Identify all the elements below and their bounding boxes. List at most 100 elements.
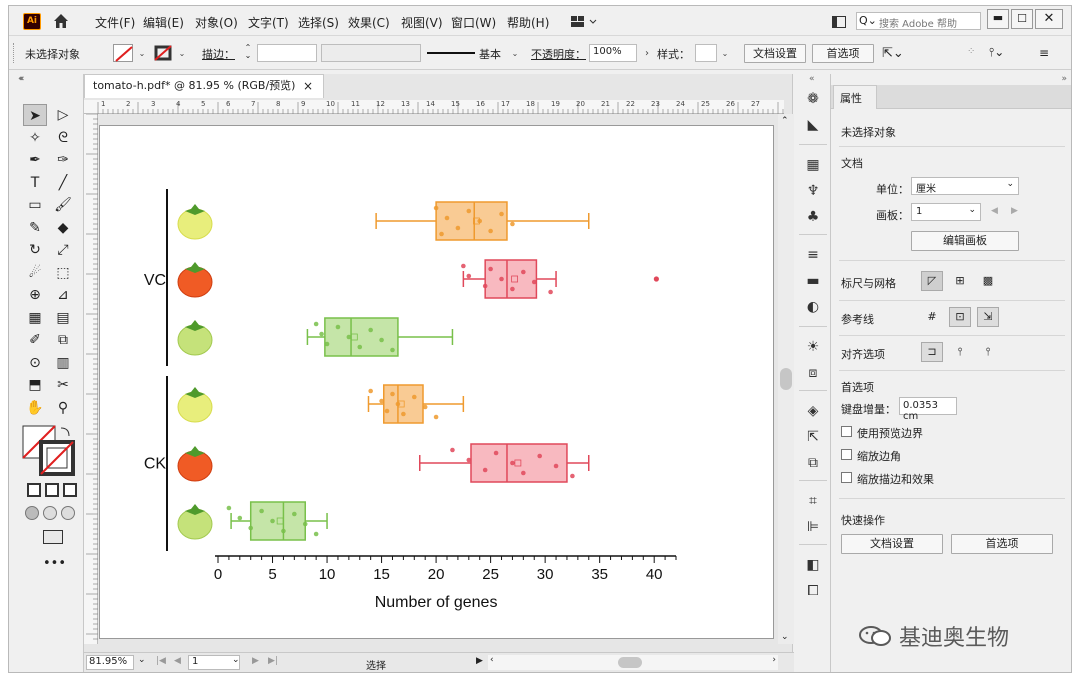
status-menu-icon[interactable]: ▶ — [476, 656, 483, 666]
prev-artboard-icon[interactable]: ◀ — [174, 656, 181, 666]
rectangle-tool-icon[interactable]: ▭ — [23, 194, 47, 216]
zoom-dropdown-icon[interactable]: ⌄ — [138, 655, 146, 665]
quick-document-setup-button[interactable]: 文档设置 — [841, 534, 943, 554]
artboard-dropdown-icon[interactable]: ⌄ — [232, 655, 240, 665]
menu-item[interactable]: 对象(O) — [195, 14, 238, 31]
menu-item[interactable]: 帮助(H) — [507, 14, 549, 31]
free-transform-tool-icon[interactable]: ⬚ — [51, 262, 75, 284]
artboard-tool-icon[interactable]: ⬒ — [23, 374, 47, 396]
stroke-style-preview[interactable] — [427, 52, 475, 54]
slice-tool-icon[interactable]: ✂ — [51, 374, 75, 396]
gradient-tool-icon[interactable]: ▤ — [51, 307, 75, 329]
layers-icon[interactable]: ◈ — [804, 402, 822, 420]
menu-item[interactable]: 效果(C) — [348, 14, 390, 31]
vertical-scroll-thumb[interactable] — [780, 368, 792, 390]
style-dropdown-icon[interactable]: ⌄ — [719, 49, 731, 61]
scroll-up-icon[interactable]: ⌃ — [781, 116, 789, 126]
transparency-icon[interactable]: ◐ — [804, 298, 822, 316]
graphic-styles-icon[interactable]: ⧈ — [804, 364, 822, 382]
draw-behind-icon[interactable] — [43, 506, 57, 520]
menu-item[interactable]: 文字(T) — [248, 14, 289, 31]
preview-bounds-checkbox[interactable] — [841, 426, 852, 437]
strip-collapse-icon[interactable]: « — [809, 74, 815, 84]
document-setup-button[interactable]: 文档设置 — [744, 44, 806, 63]
stroke-swatch[interactable] — [153, 44, 173, 62]
draw-normal-icon[interactable] — [25, 506, 39, 520]
direct-selection-tool-icon[interactable]: ▷ — [51, 104, 75, 126]
stroke-weight-spinner[interactable]: ⌃ ⌄ — [242, 44, 254, 62]
swatches-icon[interactable]: ▦ — [804, 156, 822, 174]
color-mode-icon[interactable] — [27, 483, 41, 497]
variable-width-field[interactable] — [321, 44, 421, 62]
shape-builder-tool-icon[interactable]: ⊕ — [23, 284, 47, 306]
menu-item[interactable]: 窗口(W) — [451, 14, 496, 31]
align-to-key-icon[interactable]: ⫯ — [949, 342, 971, 362]
pen-tool-icon[interactable]: ✒ — [23, 149, 47, 171]
prev-artboard-panel-icon[interactable]: ◀ — [991, 206, 998, 216]
eyedropper-tool-icon[interactable]: ✐ — [23, 329, 47, 351]
fill-swatch[interactable] — [113, 44, 133, 62]
next-artboard-panel-icon[interactable]: ▶ — [1011, 206, 1018, 216]
fill-dropdown-icon[interactable]: ⌄ — [136, 49, 148, 61]
scroll-right-icon[interactable]: › — [772, 655, 776, 665]
vertical-scrollbar[interactable]: ⌃ ⌄ — [778, 114, 794, 644]
curvature-tool-icon[interactable]: ✑ — [51, 149, 75, 171]
lasso-tool-icon[interactable]: ᘓ — [51, 127, 75, 149]
more-tools-icon[interactable]: ••• — [43, 556, 66, 571]
boxplot-chart[interactable]: VC CK 0 5 10 15 20 25 30 35 40 Number of genes — [100, 126, 775, 640]
none-mode-icon[interactable] — [63, 483, 77, 497]
align-to-selection-icon[interactable]: ⊐ — [921, 342, 943, 362]
stroke-weight-field[interactable] — [257, 44, 317, 62]
first-artboard-icon[interactable]: |◀ — [156, 656, 166, 666]
shaper-tool-icon[interactable]: ✎ — [23, 217, 47, 239]
symbols-icon[interactable]: ♣ — [804, 208, 822, 226]
line-tool-icon[interactable]: ╱ — [51, 172, 75, 194]
stroke-panel-icon[interactable]: ≡ — [804, 246, 822, 264]
export-icon[interactable]: ⇱ — [804, 428, 822, 446]
stroke-label[interactable]: 描边： — [202, 46, 235, 62]
rotate-tool-icon[interactable]: ↻ — [23, 239, 47, 261]
symbol-sprayer-tool-icon[interactable]: ⊙ — [23, 352, 47, 374]
last-artboard-icon[interactable]: ▶| — [268, 656, 278, 666]
artboard-select[interactable]: 1 ⌄ — [911, 203, 981, 221]
scroll-down-icon[interactable]: ⌄ — [781, 632, 789, 642]
guides-icon[interactable]: # — [921, 307, 943, 327]
gradient-mode-icon[interactable] — [45, 483, 59, 497]
home-icon[interactable] — [52, 12, 70, 30]
puppet-warp-icon[interactable]: ⇱⌄ — [882, 46, 908, 62]
selection-tool-icon[interactable]: ➤ — [23, 104, 47, 126]
zoom-field[interactable]: 81.95% — [86, 655, 134, 670]
style-swatch[interactable] — [695, 44, 717, 62]
next-artboard-icon[interactable]: ▶ — [252, 656, 259, 666]
gradient-panel-icon[interactable]: ◣ — [804, 116, 822, 134]
grid-icon[interactable]: ⊞ — [949, 271, 971, 291]
links-icon[interactable]: ⧠ — [804, 582, 822, 600]
mesh-tool-icon[interactable]: ▦ — [23, 307, 47, 329]
align-to-artboard-icon[interactable]: ⫯ — [977, 342, 999, 362]
artboard[interactable]: VC CK 0 5 10 15 20 25 30 35 40 Number of genes — [99, 125, 774, 639]
menu-item[interactable]: 文件(F) — [95, 14, 135, 31]
transform-panel-icon[interactable]: ⌗ — [804, 492, 822, 510]
document-tab[interactable]: tomato-h.pdf* @ 81.95 % (RGB/预览) × — [84, 74, 324, 98]
opacity-arrow-icon[interactable]: › — [641, 48, 653, 60]
edit-artboard-button[interactable]: 编辑画板 — [911, 231, 1019, 251]
horizontal-ruler[interactable]: 1 2 3 4 5 6 7 8 9 10 11 12 13 14 15 16 17 18 19 20 21 22 23 24 2… — [84, 100, 784, 114]
hand-tool-icon[interactable]: ✋ — [23, 397, 47, 419]
close-window-button[interactable]: ✕ — [1035, 9, 1063, 29]
panel-expand-icon[interactable]: » — [1061, 74, 1067, 84]
scale-tool-icon[interactable]: ⤢ — [51, 239, 75, 261]
arrange-docs-icon[interactable] — [832, 16, 846, 28]
gradient-swatch-icon[interactable]: ▬ — [804, 272, 822, 290]
zoom-tool-icon[interactable]: ⚲ — [51, 397, 75, 419]
fill-stroke-swatches[interactable] — [21, 424, 75, 476]
type-tool-icon[interactable]: T — [23, 172, 47, 194]
horizontal-scrollbar[interactable]: ‹ › — [488, 655, 778, 670]
keyboard-increment-field[interactable]: 0.0353 cm — [899, 397, 957, 422]
horizontal-scroll-thumb[interactable] — [618, 657, 642, 668]
scroll-left-icon[interactable]: ‹ — [490, 655, 494, 665]
control-menu-icon[interactable]: ≡ — [1039, 46, 1053, 60]
align-panel-icon[interactable]: ⊫ — [804, 518, 822, 536]
paintbrush-tool-icon[interactable]: 🖌 — [51, 194, 75, 216]
close-tab-icon[interactable]: × — [303, 75, 313, 97]
scale-corners-checkbox[interactable] — [841, 449, 852, 460]
